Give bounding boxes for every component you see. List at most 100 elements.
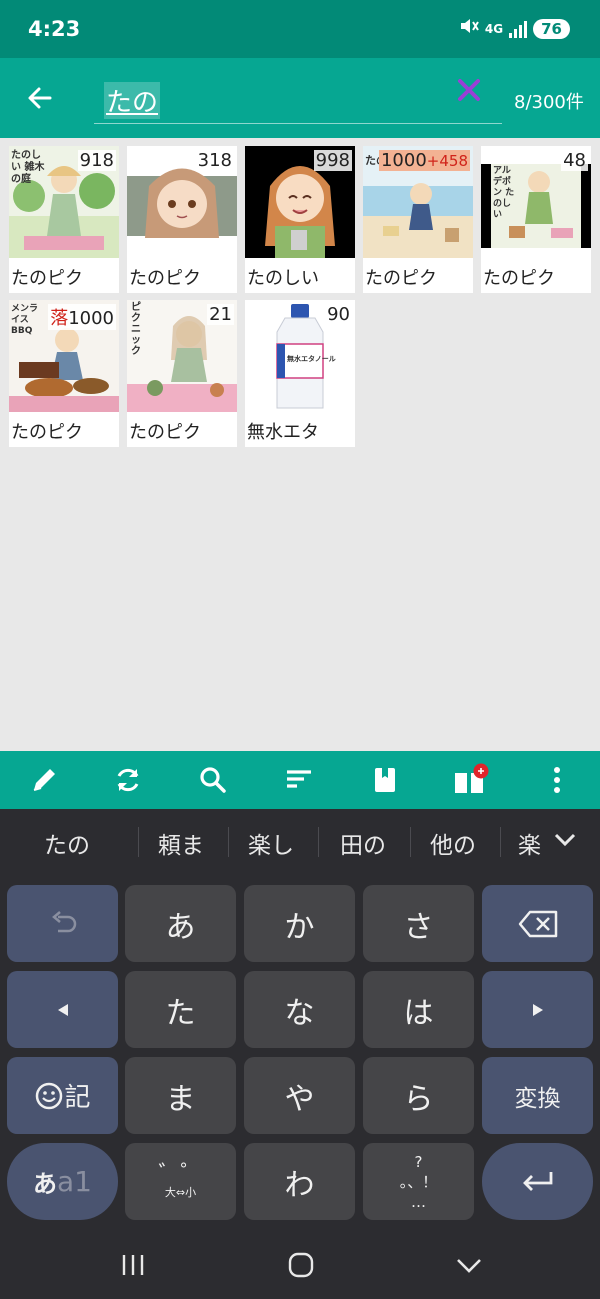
refresh-icon [117, 768, 139, 792]
key-ra[interactable]: ら [363, 1057, 474, 1134]
mute-icon [459, 17, 479, 40]
punct-mid: 。、！ [399, 1172, 438, 1191]
smiley-icon [36, 1082, 63, 1109]
key-na[interactable]: な [244, 971, 355, 1048]
status-time: 4:23 [28, 17, 81, 41]
back-nav-button[interactable] [449, 1245, 489, 1285]
emoji-symbol-key[interactable]: 記 [7, 1057, 118, 1134]
item-label: たのしい [247, 268, 319, 289]
search-button[interactable] [193, 760, 233, 800]
key-ha[interactable]: は [363, 971, 474, 1048]
candidate-item[interactable]: 楽し [248, 826, 294, 860]
dakuten-key[interactable]: ゛゜ 大⇔小 [125, 1143, 236, 1220]
system-nav-bar [0, 1229, 600, 1299]
expand-candidates-button[interactable] [552, 829, 578, 855]
more-button[interactable] [537, 760, 577, 800]
gift-button[interactable] [451, 760, 491, 800]
gift-icon [455, 763, 489, 793]
grid-item[interactable]: たの海 1000+458 たのピク [363, 146, 473, 293]
mode-kana-label: あ [33, 1170, 57, 1198]
app-bar: たの 8/300件 [0, 58, 600, 138]
chevron-down-icon [457, 1259, 481, 1273]
grid-item[interactable]: アルデポン たのしい 48 たのピク [481, 146, 591, 293]
bottom-toolbar [0, 751, 600, 809]
key-ma[interactable]: ま [125, 1057, 236, 1134]
enter-icon [522, 1171, 552, 1191]
key-ka[interactable]: か [244, 885, 355, 962]
grid-item[interactable]: 998 たのしい [245, 146, 355, 293]
caret-left-icon [57, 1003, 68, 1016]
grid-item[interactable]: ピクニック 21 たのピク [127, 300, 237, 447]
enter-key[interactable] [482, 1143, 593, 1220]
item-count: 48 [561, 150, 588, 171]
item-label: たのピク [483, 268, 555, 289]
home-icon [288, 1252, 314, 1278]
key-ya[interactable]: や [244, 1057, 355, 1134]
thumbnail-caption: ピクニック [131, 302, 141, 357]
item-label: たのピク [11, 268, 83, 289]
grid-item[interactable]: 無水エタノール 90 無水エタ [245, 300, 355, 447]
key-sa[interactable]: さ [363, 885, 474, 962]
clear-search-button[interactable] [456, 76, 482, 111]
convert-key[interactable]: 変換 [482, 1057, 593, 1134]
key-a[interactable]: あ [125, 885, 236, 962]
item-count: 90 [325, 304, 352, 325]
status-bar: 4:23 4G 76 [0, 0, 600, 58]
grid-item[interactable]: 318 たのピク [127, 146, 237, 293]
caret-right-icon [532, 1003, 543, 1016]
item-count: 918 [77, 150, 116, 171]
backspace-icon [518, 910, 557, 937]
punct-top: ? [414, 1152, 423, 1171]
mode-alpha-label: a1 [57, 1165, 92, 1198]
search-query: たの [104, 82, 161, 119]
soft-keyboard: たの 頼ま 楽し 田の 他の 楽 あ か さ た な は 記 ま や ら 変換 [0, 809, 600, 1229]
divider [500, 827, 501, 857]
candidate-item[interactable]: 楽 [518, 826, 542, 860]
item-label: 無水エタ [247, 422, 319, 443]
status-icons: 4G 76 [459, 17, 570, 40]
cursor-left-key[interactable] [7, 971, 118, 1048]
edit-button[interactable] [24, 760, 64, 800]
recents-icon [122, 1255, 144, 1275]
candidate-item[interactable]: 田の [340, 826, 386, 860]
thumbnail-caption: たのしい 雑木の庭 [11, 150, 45, 185]
thumbnail-caption: アルデポン たのしい [493, 166, 515, 220]
thumbnail-caption: メンライス BBQ [11, 304, 39, 336]
item-label: たのピク [129, 422, 201, 443]
cursor-right-key[interactable] [482, 971, 593, 1048]
close-icon [458, 79, 480, 101]
candidate-item[interactable]: 他の [430, 826, 476, 860]
sort-button[interactable] [279, 760, 319, 800]
item-label: たのピク [129, 268, 201, 289]
search-input[interactable]: たの [94, 74, 502, 124]
punctuation-key[interactable]: ? 。、！ … [363, 1143, 474, 1220]
item-count: 1000+458 [378, 150, 470, 171]
undo-key[interactable] [7, 885, 118, 962]
item-count: 落1000 [48, 304, 116, 330]
grid-item[interactable]: たのしい 雑木の庭 918 たのピク [9, 146, 119, 293]
divider [318, 827, 319, 857]
pencil-icon [33, 769, 55, 791]
key-wa[interactable]: わ [244, 1143, 355, 1220]
thumbnail-caption: 無水エタノール [287, 355, 336, 363]
grid-item[interactable]: メンライス BBQ 落1000 たのピク [9, 300, 119, 447]
item-count: 998 [313, 150, 352, 171]
backspace-key[interactable] [482, 885, 593, 962]
recents-button[interactable] [113, 1245, 153, 1285]
home-button[interactable] [281, 1245, 321, 1285]
back-button[interactable] [20, 78, 60, 118]
divider [228, 827, 229, 857]
divider [410, 827, 411, 857]
book-icon [375, 768, 395, 792]
item-label: たのピク [365, 268, 437, 289]
book-button[interactable] [365, 760, 405, 800]
candidate-item[interactable]: 頼ま [158, 826, 204, 860]
refresh-button[interactable] [108, 760, 148, 800]
more-icon [554, 767, 560, 793]
result-count: 8/300件 [514, 92, 584, 113]
emoji-key-label: 記 [64, 1083, 91, 1113]
candidate-item[interactable]: たの [44, 826, 90, 860]
input-mode-key[interactable]: あ a1 [7, 1143, 118, 1220]
signal-icon [509, 20, 528, 38]
key-ta[interactable]: た [125, 971, 236, 1048]
